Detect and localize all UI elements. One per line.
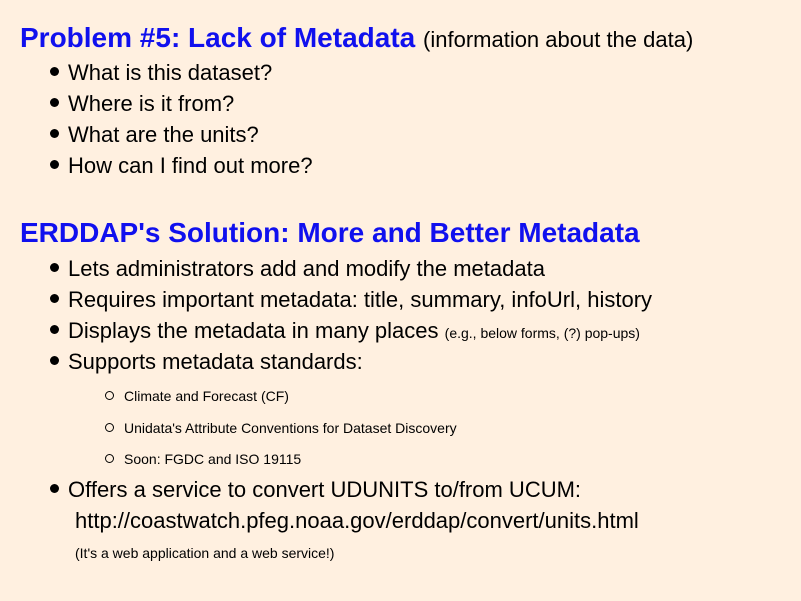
solution-item: Requires important metadata: title, summ… bbox=[50, 289, 652, 311]
bullet-icon bbox=[50, 98, 59, 107]
bullet-icon bbox=[50, 129, 59, 138]
ring-bullet-icon bbox=[105, 423, 114, 432]
question-text: How can I find out more? bbox=[68, 153, 313, 178]
ring-bullet-icon bbox=[105, 454, 114, 463]
solution-note: (e.g., below forms, (?) pop-ups) bbox=[444, 325, 640, 341]
question-item: How can I find out more? bbox=[50, 155, 313, 177]
bullet-icon bbox=[50, 356, 59, 365]
solution-text: Displays the metadata in many places bbox=[68, 318, 439, 343]
problem-title: Problem #5: Lack of Metadata bbox=[20, 22, 416, 53]
service-footnote: (It's a web application and a web servic… bbox=[75, 545, 335, 561]
standard-item: Soon: FGDC and ISO 19115 bbox=[105, 452, 301, 466]
question-text: What is this dataset? bbox=[68, 60, 273, 85]
standard-text: Unidata's Attribute Conventions for Data… bbox=[124, 420, 457, 436]
standard-text: Climate and Forecast (CF) bbox=[124, 388, 289, 404]
ring-bullet-icon bbox=[105, 391, 114, 400]
bullet-icon bbox=[50, 294, 59, 303]
standard-text: Soon: FGDC and ISO 19115 bbox=[124, 451, 302, 467]
bullet-icon bbox=[50, 263, 59, 272]
bullet-icon bbox=[50, 67, 59, 76]
question-text: Where is it from? bbox=[68, 91, 235, 116]
bullet-icon bbox=[50, 160, 59, 169]
solution-text: Offers a service to convert UDUNITS to/f… bbox=[68, 477, 582, 502]
bullet-icon bbox=[50, 484, 59, 493]
solution-text: Requires important metadata: title, summ… bbox=[68, 287, 653, 312]
slide: Problem #5: Lack of Metadata (informatio… bbox=[0, 0, 801, 601]
bullet-icon bbox=[50, 325, 59, 334]
question-item: Where is it from? bbox=[50, 93, 234, 115]
solution-item: Supports metadata standards: bbox=[50, 351, 363, 373]
solution-text: Supports metadata standards: bbox=[68, 349, 363, 374]
question-item: What are the units? bbox=[50, 124, 259, 146]
question-item: What is this dataset? bbox=[50, 62, 272, 84]
standard-item: Unidata's Attribute Conventions for Data… bbox=[105, 421, 457, 435]
problem-subtitle: (information about the data) bbox=[423, 27, 694, 52]
solution-item: Offers a service to convert UDUNITS to/f… bbox=[50, 479, 581, 501]
problem-heading: Problem #5: Lack of Metadata (informatio… bbox=[20, 24, 693, 52]
convert-units-url[interactable]: http://coastwatch.pfeg.noaa.gov/erddap/c… bbox=[75, 510, 639, 532]
question-text: What are the units? bbox=[68, 122, 259, 147]
solution-item: Displays the metadata in many places (e.… bbox=[50, 320, 640, 342]
solution-title: ERDDAP's Solution: More and Better Metad… bbox=[20, 217, 640, 248]
solution-item: Lets administrators add and modify the m… bbox=[50, 258, 545, 280]
standard-item: Climate and Forecast (CF) bbox=[105, 389, 289, 403]
solution-heading: ERDDAP's Solution: More and Better Metad… bbox=[20, 219, 640, 247]
solution-text: Lets administrators add and modify the m… bbox=[68, 256, 545, 281]
